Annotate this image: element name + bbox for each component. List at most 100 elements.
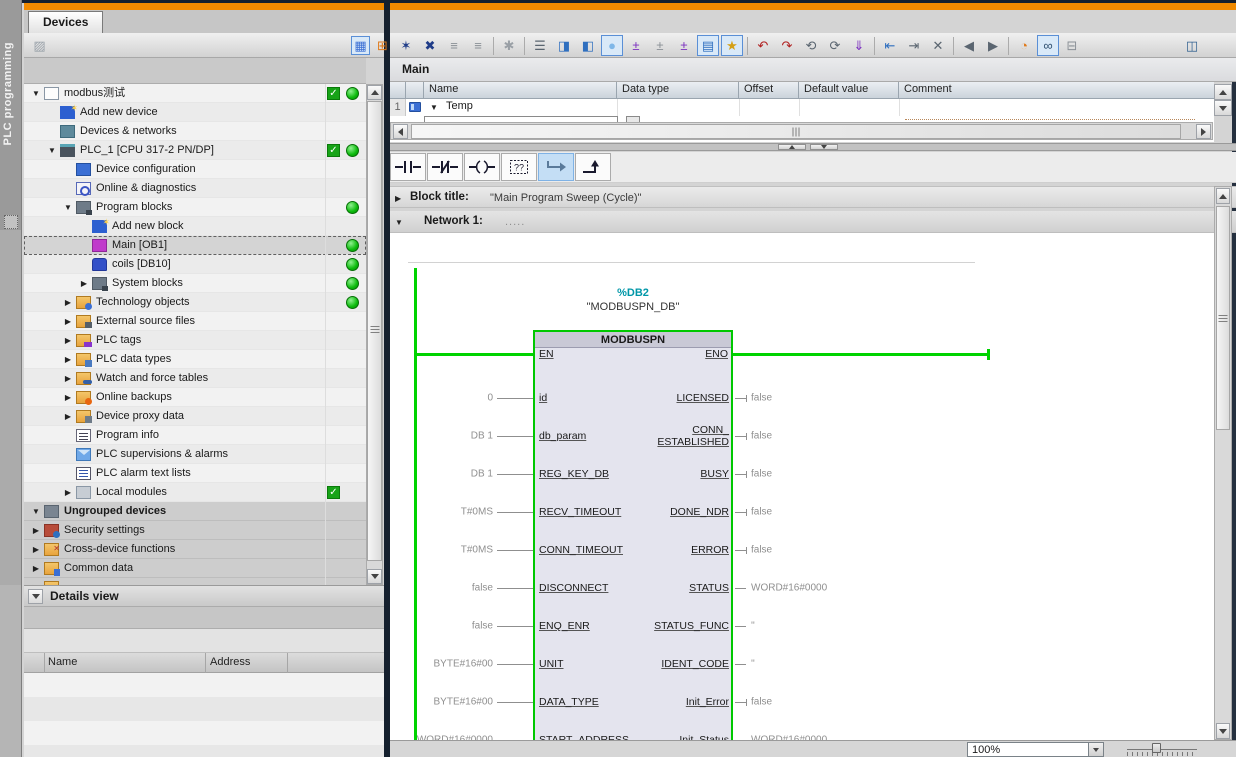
output-actual-value[interactable]: false [751,697,772,708]
block-title-row[interactable]: ▶ Block title: "Main Program Sweep (Cycl… [390,186,1236,208]
zoom-dropdown-icon[interactable] [1088,743,1103,756]
input-pin-id[interactable]: id [539,392,547,404]
input-actual-value[interactable]: DB 1 [390,431,493,442]
input-actual-value[interactable]: DB 1 [390,469,493,480]
table-scroll-up-button[interactable] [1214,84,1232,100]
tree-item-security-settings[interactable]: ▶Security settings [24,521,366,540]
table-hscrollbar[interactable] [390,122,1213,140]
tree-item-add-new-device[interactable]: Add new device [24,103,366,122]
editor-vscrollbar[interactable] [1214,186,1232,740]
keep-actual-values-icon[interactable]: ✱ [498,35,520,56]
tree-item-plc-supervisions-alarms[interactable]: PLC supervisions & alarms [24,445,366,464]
rail-collapse-button[interactable] [4,215,18,229]
normally-closed-contact-button[interactable] [427,153,463,181]
tree-item-program-info[interactable]: Program info [24,426,366,445]
nav-back-icon[interactable]: ◀ [958,35,980,56]
expand-icon[interactable]: ▶ [62,369,74,388]
tree-item-online-backups[interactable]: ▶Online backups [24,388,366,407]
output-pin-status[interactable]: STATUS [590,582,729,594]
download-icon[interactable]: ⇓ [848,35,870,56]
tree-item-external-source-files[interactable]: ▶External source files [24,312,366,331]
input-actual-value[interactable]: false [390,583,493,594]
input-actual-value[interactable]: false [390,621,493,632]
tree-item-program-blocks[interactable]: ▼Program blocks [24,198,366,217]
usage-icon[interactable]: ⇥ [903,35,925,56]
block-title-expand-icon[interactable]: ▶ [395,194,401,203]
update-calls-icon[interactable]: ⟲ [800,35,822,56]
network-collapse-icon[interactable]: ▼ [395,218,403,227]
expand-icon[interactable]: ▶ [62,331,74,350]
insert-row-icon[interactable]: ≡ [443,35,465,56]
output-actual-value[interactable]: false [751,469,772,480]
outline-icon[interactable]: ☰ [529,35,551,56]
network-comments-icon[interactable]: ▤ [697,35,719,56]
cross-ref-icon[interactable]: ✕ [927,35,949,56]
expand-icon[interactable]: ▶ [62,293,74,312]
tree-item-plc-tags[interactable]: ▶PLC tags [24,331,366,350]
input-pin-unit[interactable]: UNIT [539,658,564,670]
empty-box-button[interactable]: ?? [501,153,537,181]
normally-open-contact-button[interactable] [390,153,426,181]
comments-toggle-icon[interactable]: ● [601,35,623,56]
operand-menu-1-icon[interactable]: ± [625,35,647,56]
input-actual-value[interactable]: 0 [390,393,493,404]
output-actual-value[interactable]: WORD#16#0000 [751,583,827,594]
expand-icon[interactable]: ▶ [30,578,42,585]
eno-pin[interactable]: ENO [633,348,728,360]
tree-item-watch-and-force-tables[interactable]: ▶Watch and force tables [24,369,366,388]
filter-icon[interactable]: ▨ [30,36,49,55]
input-pin-db-param[interactable]: db_param [539,430,586,442]
collapse-icon[interactable]: ▼ [46,141,58,160]
tree-item-row[interactable]: ▶ [24,578,366,585]
output-pin-done-ndr[interactable]: DONE_NDR [590,506,729,518]
split-editor-icon[interactable]: ◫ [1181,35,1203,56]
tree-item-plc-data-types[interactable]: ▶PLC data types [24,350,366,369]
prev-error-icon[interactable]: ↶ [752,35,774,56]
splitter-collapse-down-button[interactable] [810,144,838,150]
tree-item-common-data[interactable]: ▶Common data [24,559,366,578]
tree-item-technology-objects[interactable]: ▶Technology objects [24,293,366,312]
temp-expand-icon[interactable]: ▼ [430,103,438,112]
input-actual-value[interactable]: BYTE#16#00 [390,697,493,708]
tab-devices[interactable]: Devices [28,11,103,33]
data-lock-icon[interactable]: ⊟ [1061,35,1083,56]
output-pin-licensed[interactable]: LICENSED [590,392,729,404]
operand-menu-2-icon[interactable]: ± [649,35,671,56]
tree-item-main-ob1[interactable]: Main [OB1] [24,236,366,255]
output-actual-value[interactable]: '' [751,621,755,632]
tree-item-local-modules[interactable]: ▶Local modules✓ [24,483,366,502]
temp-row-label[interactable]: Temp [446,100,473,112]
tree-item-devices-networks[interactable]: Devices & networks [24,122,366,141]
table-hscroll-thumb[interactable] [411,124,1181,139]
editor-scroll-down-button[interactable] [1216,723,1230,739]
output-pin-busy[interactable]: BUSY [590,468,729,480]
expand-icon[interactable]: ▶ [62,483,74,502]
open-branch-button[interactable] [538,153,574,181]
tree-item-ungrouped-devices[interactable]: ▼Ungrouped devices [24,502,366,521]
col-name[interactable]: Name [424,82,617,99]
en-pin[interactable]: EN [539,348,554,360]
editor-scroll-thumb[interactable] [1216,206,1230,430]
zoom-combobox[interactable]: 100% [967,742,1104,757]
next-error-icon[interactable]: ↷ [776,35,798,56]
expand-icon[interactable]: ▶ [62,350,74,369]
input-actual-value[interactable]: T#0MS [390,545,493,556]
consistency-icon[interactable]: ⟳ [824,35,846,56]
output-actual-value[interactable]: false [751,393,772,404]
output-pin-status-func[interactable]: STATUS_FUNC [590,620,729,632]
output-pin-ident-code[interactable]: IDENT_CODE [590,658,729,670]
tree-item-device-proxy-data[interactable]: ▶Device proxy data [24,407,366,426]
tree-item-plc-alarm-text-lists[interactable]: PLC alarm text lists [24,464,366,483]
collapse-icon[interactable]: ▼ [30,502,42,521]
table-editor-splitter[interactable] [390,143,1236,151]
input-actual-value[interactable]: T#0MS [390,507,493,518]
network-canvas[interactable]: %DB2 "MODBUSPN_DB" MODBUSPN EN ENO 0idLI… [390,233,1214,740]
output-actual-value[interactable]: '' [751,659,755,670]
output-actual-value[interactable]: false [751,545,772,556]
nav-forward-icon[interactable]: ▶ [982,35,1004,56]
insert-row-below-icon[interactable]: ≡ [467,35,489,56]
tree-scroll-thumb[interactable] [367,101,382,561]
table-scroll-down-button[interactable] [1214,100,1232,116]
expand-icon[interactable]: ▶ [30,559,42,578]
call-structure-icon[interactable]: ◔ [1013,35,1035,56]
